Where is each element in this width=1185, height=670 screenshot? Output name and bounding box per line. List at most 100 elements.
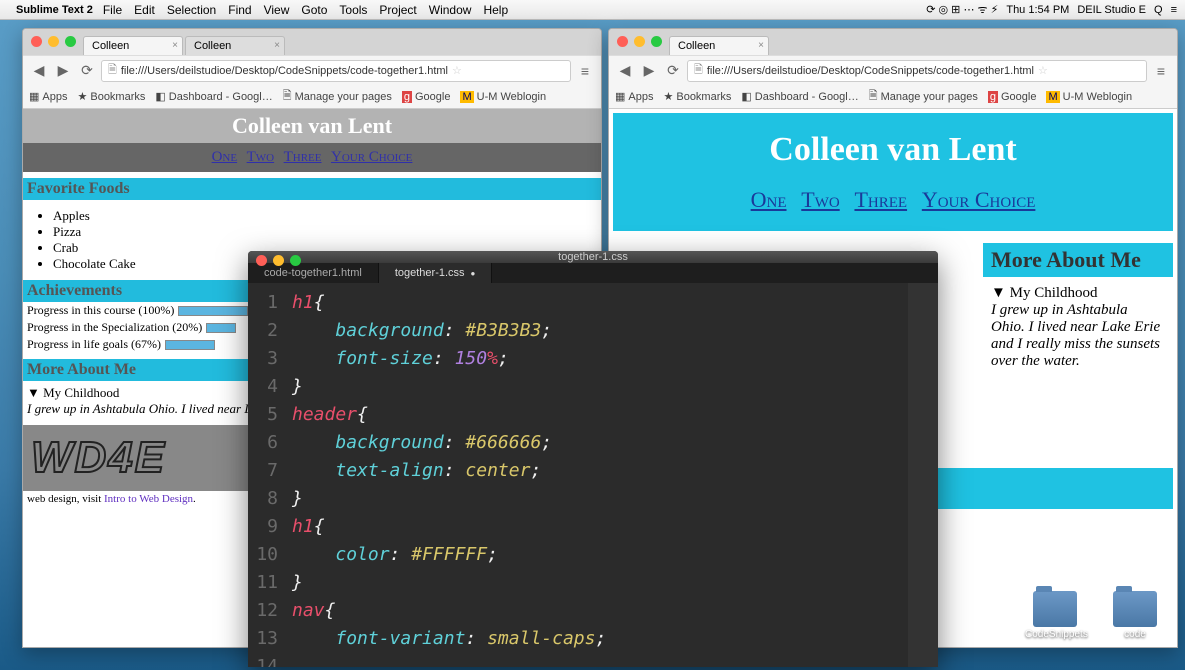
back-button[interactable]: ◀ bbox=[615, 61, 635, 81]
menu-find[interactable]: Find bbox=[228, 3, 251, 17]
menu-file[interactable]: File bbox=[103, 3, 122, 17]
dirty-indicator-icon: ● bbox=[471, 269, 476, 278]
notification-icon[interactable]: ≡ bbox=[1171, 4, 1177, 16]
bookmark-star-icon[interactable]: ☆ bbox=[1038, 64, 1048, 77]
nav-link[interactable]: Your Choice bbox=[922, 187, 1036, 212]
browser-tab[interactable]: Colleen × bbox=[185, 36, 285, 55]
bookmark-item[interactable]: g Google bbox=[402, 91, 451, 103]
forward-button[interactable]: ▶ bbox=[639, 61, 659, 81]
url-text: file:///Users/deilstudioe/Desktop/CodeSn… bbox=[121, 65, 448, 77]
bookmark-item[interactable]: M U-M Weblogin bbox=[1046, 91, 1132, 103]
url-bar[interactable]: 🗎 file:///Users/deilstudioe/Desktop/Code… bbox=[687, 60, 1147, 82]
chrome-menu-icon[interactable]: ≡ bbox=[575, 61, 595, 81]
tab-close-icon[interactable]: × bbox=[758, 40, 764, 51]
details-childhood[interactable]: ▼ My Childhood I grew up in Ashtabula Oh… bbox=[983, 281, 1173, 374]
bookmark-apps[interactable]: ▦ Apps bbox=[615, 90, 653, 103]
file-icon: 🗎 bbox=[108, 61, 117, 80]
url-bar[interactable]: 🗎 file:///Users/deilstudioe/Desktop/Code… bbox=[101, 60, 571, 82]
zoom-icon[interactable] bbox=[65, 36, 76, 47]
nav-link[interactable]: One bbox=[212, 149, 238, 165]
bookmarks-bar: ▦ Apps ★ Bookmarks ◧ Dashboard - Googl… … bbox=[609, 85, 1177, 109]
minimize-icon[interactable] bbox=[634, 36, 645, 47]
window-controls[interactable] bbox=[31, 36, 76, 47]
bookmark-item[interactable]: 🗎 Manage your pages bbox=[869, 87, 978, 106]
close-icon[interactable] bbox=[617, 36, 628, 47]
section-heading-foods: Favorite Foods bbox=[23, 178, 601, 200]
browser-tab[interactable]: Colleen× bbox=[83, 36, 183, 55]
chrome-menu-icon[interactable]: ≡ bbox=[1151, 61, 1171, 81]
forward-button[interactable]: ▶ bbox=[53, 61, 73, 81]
bookmark-item[interactable]: M U-M Weblogin bbox=[460, 91, 546, 103]
nav-link[interactable]: Three bbox=[284, 149, 322, 165]
folder-label: code bbox=[1105, 629, 1165, 640]
bookmark-item[interactable]: ◧ Dashboard - Googl… bbox=[741, 90, 858, 103]
sublime-window: together-1.css code-together1.html toget… bbox=[248, 251, 938, 667]
menu-view[interactable]: View bbox=[264, 3, 290, 17]
close-icon[interactable] bbox=[31, 36, 42, 47]
chrome-tabstrip: Colleen × bbox=[609, 29, 1177, 55]
bookmarks-bar: ▦ Apps ★ Bookmarks ◧ Dashboard - Googl… … bbox=[23, 85, 601, 109]
footer-link[interactable]: Intro to Web Design bbox=[104, 493, 193, 505]
details-summary: My Childhood bbox=[1010, 285, 1098, 301]
browser-tab[interactable]: Colleen × bbox=[669, 36, 769, 55]
spotlight-icon[interactable]: Q bbox=[1154, 4, 1163, 16]
bookmark-item[interactable]: 🗎 Manage your pages bbox=[283, 87, 392, 106]
sublime-titlebar[interactable]: together-1.css bbox=[248, 251, 938, 263]
window-controls[interactable] bbox=[256, 255, 301, 266]
nav-link[interactable]: Your Choice bbox=[331, 149, 412, 165]
menu-tools[interactable]: Tools bbox=[339, 3, 367, 17]
reload-button[interactable]: ⟳ bbox=[663, 61, 683, 81]
tab-title: Colleen bbox=[678, 40, 715, 52]
zoom-icon[interactable] bbox=[651, 36, 662, 47]
menubar-user[interactable]: DEIL Studio E bbox=[1077, 4, 1146, 16]
editor-body: 123456789101112131415 h1{ background: #B… bbox=[248, 283, 938, 667]
zoom-icon[interactable] bbox=[290, 255, 301, 266]
desktop-folder[interactable]: CodeSnippets bbox=[1025, 591, 1085, 640]
app-name[interactable]: Sublime Text 2 bbox=[16, 4, 93, 16]
code-editor[interactable]: h1{ background: #B3B3B3; font-size: 150%… bbox=[286, 283, 908, 667]
folder-icon bbox=[1113, 591, 1157, 627]
desktop-folder[interactable]: code bbox=[1105, 591, 1165, 640]
section-heading-more: More About Me bbox=[983, 243, 1173, 277]
macos-menubar: Sublime Text 2 File Edit Selection Find … bbox=[0, 0, 1185, 20]
bookmark-item[interactable]: ★ Bookmarks bbox=[663, 90, 731, 103]
tab-title: Colleen bbox=[194, 40, 231, 52]
menu-selection[interactable]: Selection bbox=[167, 3, 216, 17]
back-button[interactable]: ◀ bbox=[29, 61, 49, 81]
editor-tab[interactable]: code-together1.html bbox=[248, 263, 379, 283]
menu-edit[interactable]: Edit bbox=[134, 3, 155, 17]
bookmark-item[interactable]: ★ Bookmarks bbox=[77, 90, 145, 103]
nav-link[interactable]: Three bbox=[854, 187, 907, 212]
window-controls[interactable] bbox=[617, 36, 662, 47]
tab-close-icon[interactable]: × bbox=[172, 40, 178, 51]
editor-tab-active[interactable]: together-1.css● bbox=[379, 263, 493, 283]
file-icon: 🗎 bbox=[694, 61, 703, 80]
menu-help[interactable]: Help bbox=[483, 3, 508, 17]
page-header: Colleen van Lent One Two Three Your Choi… bbox=[613, 113, 1173, 231]
reload-button[interactable]: ⟳ bbox=[77, 61, 97, 81]
bookmark-item[interactable]: ◧ Dashboard - Googl… bbox=[155, 90, 272, 103]
menu-window[interactable]: Window bbox=[429, 3, 472, 17]
nav-links: One Two Three Your Choice bbox=[23, 149, 601, 166]
chrome-toolbar: ◀ ▶ ⟳ 🗎 file:///Users/deilstudioe/Deskto… bbox=[609, 55, 1177, 85]
close-icon[interactable] bbox=[256, 255, 267, 266]
status-icons[interactable]: ⟳ ◎ ⊞ ⋯ ᯤ ⚡︎ bbox=[926, 2, 998, 17]
minimap[interactable] bbox=[908, 283, 938, 667]
bookmark-apps[interactable]: ▦ Apps bbox=[29, 90, 67, 103]
bookmark-star-icon[interactable]: ☆ bbox=[452, 64, 462, 77]
nav-link[interactable]: Two bbox=[247, 149, 275, 165]
minimize-icon[interactable] bbox=[48, 36, 59, 47]
list-item: Pizza bbox=[53, 224, 601, 240]
menubar-clock[interactable]: Thu 1:54 PM bbox=[1006, 4, 1069, 16]
tab-close-icon[interactable]: × bbox=[274, 40, 280, 51]
folder-icon bbox=[1033, 591, 1077, 627]
nav-link[interactable]: One bbox=[751, 187, 787, 212]
menu-project[interactable]: Project bbox=[379, 3, 416, 17]
chrome-toolbar: ◀ ▶ ⟳ 🗎 file:///Users/deilstudioe/Deskto… bbox=[23, 55, 601, 85]
list-item: Apples bbox=[53, 208, 601, 224]
menu-goto[interactable]: Goto bbox=[301, 3, 327, 17]
minimize-icon[interactable] bbox=[273, 255, 284, 266]
bookmark-item[interactable]: g Google bbox=[988, 91, 1037, 103]
nav-link[interactable]: Two bbox=[801, 187, 839, 212]
line-gutter: 123456789101112131415 bbox=[248, 283, 286, 667]
